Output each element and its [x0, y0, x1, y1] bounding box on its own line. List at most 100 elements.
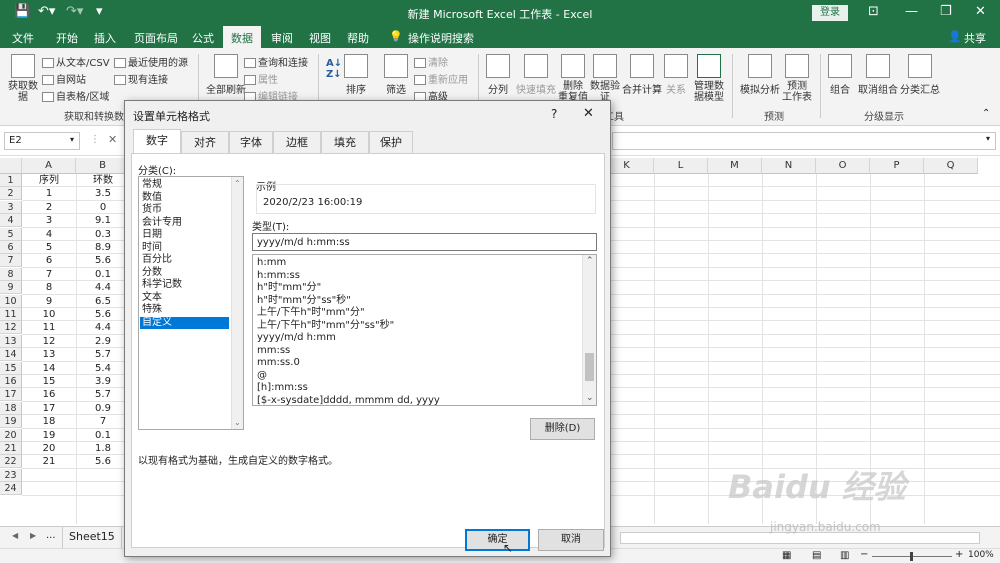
reapply-button[interactable]: 重新应用 — [414, 71, 468, 86]
from-table-button[interactable]: 自表格/区域 — [42, 88, 109, 103]
cell[interactable] — [22, 482, 76, 495]
cell[interactable]: 8 — [22, 281, 76, 294]
cell[interactable]: 17 — [22, 402, 76, 415]
cell[interactable]: 环数 — [76, 174, 130, 187]
category-item[interactable]: 自定义 — [140, 316, 229, 329]
cell[interactable]: 0 — [76, 201, 130, 214]
row-header[interactable]: 13 — [0, 334, 22, 348]
category-item[interactable]: 常规 — [140, 179, 229, 192]
namebox-dropdown-icon[interactable]: ▾ — [70, 135, 74, 144]
ok-button[interactable]: 确定 — [465, 529, 530, 551]
row-header[interactable]: 21 — [0, 442, 22, 455]
dialog-tab[interactable]: 填充 — [321, 131, 369, 153]
ribbon-display-icon[interactable]: ⊡ — [868, 4, 879, 19]
cell[interactable]: 3 — [22, 214, 76, 227]
delete-button[interactable]: 删除(D) — [530, 418, 595, 440]
format-item[interactable]: @ — [255, 370, 581, 383]
row-header[interactable]: 22 — [0, 455, 22, 469]
cell[interactable]: 5.6 — [76, 455, 130, 468]
category-item[interactable]: 时间 — [140, 242, 229, 255]
formula-input[interactable] — [612, 132, 996, 150]
from-web-button[interactable]: 自网站 — [42, 71, 86, 86]
row-header[interactable]: 7 — [0, 254, 22, 268]
sheet-tab[interactable]: Sheet15 — [62, 527, 122, 548]
row-header[interactable]: 16 — [0, 375, 22, 388]
collapse-ribbon-icon[interactable]: ⌃ — [982, 108, 990, 119]
row-header[interactable]: 5 — [0, 227, 22, 241]
tab-insert[interactable]: 插入 — [94, 30, 116, 46]
cell[interactable]: 14 — [22, 362, 76, 375]
cell[interactable]: 5.4 — [76, 362, 130, 375]
what-if-button[interactable]: 模拟分析 — [740, 54, 780, 96]
cell[interactable]: 0.3 — [76, 228, 130, 241]
cell[interactable]: 11 — [22, 321, 76, 334]
refresh-all-button[interactable]: 全部刷新 — [206, 54, 246, 96]
sort-az-icon[interactable]: A↓ Z↓ — [326, 58, 342, 80]
dialog-tab[interactable]: 对齐 — [181, 131, 229, 153]
format-list[interactable]: ⌃ ⌄ h:mm h:mm:ss h"时"mm"分" h"时"mm"分"ss"秒" 上午… — [252, 254, 597, 406]
queries-connections-button[interactable]: 查询和连接 — [244, 54, 308, 69]
row-header[interactable]: 3 — [0, 200, 22, 214]
type-input[interactable]: yyyy/m/d h:mm:ss — [252, 233, 597, 251]
cell[interactable]: 6 — [22, 254, 76, 267]
cell[interactable]: 8.9 — [76, 241, 130, 254]
split-button[interactable]: 分列 — [486, 54, 510, 96]
row-header[interactable]: 2 — [0, 187, 22, 201]
column-header[interactable]: M — [708, 158, 762, 174]
cell[interactable]: 5.6 — [76, 254, 130, 267]
row-header[interactable]: 12 — [0, 321, 22, 335]
scroll-up-icon[interactable]: ⌃ — [586, 256, 594, 266]
sort-button[interactable]: 排序 — [344, 54, 368, 96]
zoom-level[interactable]: 100% — [968, 550, 994, 560]
cell[interactable]: 16 — [22, 388, 76, 401]
column-header[interactable]: O — [816, 158, 870, 174]
scroll-down-icon[interactable]: ⌄ — [234, 418, 241, 427]
format-item[interactable]: 上午/下午h"时"mm"分" — [255, 307, 581, 320]
dialog-tab[interactable]: 保护 — [369, 131, 413, 153]
format-item[interactable]: yyyy/m/d h:mm — [255, 332, 581, 345]
cell[interactable]: 21 — [22, 455, 76, 468]
cell[interactable]: 3.9 — [76, 375, 130, 388]
cell[interactable]: 0.9 — [76, 402, 130, 415]
cell[interactable]: 0.1 — [76, 268, 130, 281]
format-item[interactable]: h"时"mm"分" — [255, 282, 581, 295]
row-header[interactable]: 10 — [0, 294, 22, 308]
row-header[interactable]: 17 — [0, 388, 22, 402]
row-header[interactable]: 11 — [0, 308, 22, 321]
category-item[interactable]: 货币 — [140, 204, 229, 217]
sheet-nav-prev-icon[interactable]: ◀ — [12, 531, 18, 540]
scroll-down-icon[interactable]: ⌄ — [586, 393, 594, 403]
category-item[interactable]: 科学记数 — [140, 279, 229, 292]
minimize-icon[interactable]: — — [905, 4, 918, 19]
dialog-tab[interactable]: 字体 — [229, 131, 273, 153]
cell[interactable]: 1.8 — [76, 442, 130, 455]
row-header[interactable]: 18 — [0, 401, 22, 415]
row-header[interactable]: 19 — [0, 415, 22, 429]
cancel-button[interactable]: 取消 — [538, 529, 604, 551]
cell[interactable]: 7 — [76, 415, 130, 428]
cell[interactable]: 4.4 — [76, 281, 130, 294]
cell[interactable]: 2.9 — [76, 335, 130, 348]
restore-icon[interactable]: ❐ — [940, 4, 952, 19]
tab-home[interactable]: 开始 — [56, 30, 78, 46]
category-item[interactable]: 百分比 — [140, 254, 229, 267]
row-header[interactable]: 23 — [0, 468, 22, 482]
dialog-tab[interactable]: 数字 — [133, 129, 181, 154]
cell[interactable]: 13 — [22, 348, 76, 361]
cell[interactable] — [76, 482, 130, 495]
cell[interactable]: 5.7 — [76, 388, 130, 401]
tell-me-search[interactable]: 操作说明搜索 — [408, 30, 474, 46]
name-box[interactable]: E2 — [4, 132, 80, 150]
format-item[interactable]: h:mm — [255, 257, 581, 270]
cell[interactable]: 10 — [22, 308, 76, 321]
zoom-slider-thumb[interactable] — [910, 552, 913, 561]
cell[interactable]: 7 — [22, 268, 76, 281]
cell[interactable] — [22, 469, 76, 482]
format-scrollbar[interactable]: ⌃ ⌄ — [582, 255, 596, 405]
sheet-nav-more[interactable]: ... — [46, 530, 56, 541]
tab-formulas[interactable]: 公式 — [192, 30, 214, 46]
cell[interactable]: 12 — [22, 335, 76, 348]
category-item[interactable]: 日期 — [140, 229, 229, 242]
cell[interactable]: 3.5 — [76, 187, 130, 200]
flash-fill-button[interactable]: 快速填充 — [516, 54, 556, 96]
